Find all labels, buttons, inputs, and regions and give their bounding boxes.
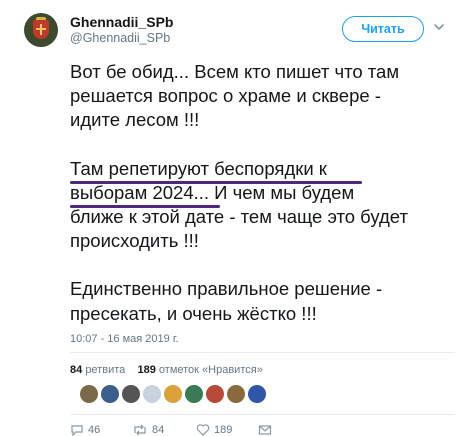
tweet-line: решается вопрос о храме и сквере - [70,85,381,107]
liker-avatar[interactable] [185,385,203,403]
tweet-line: Вот бе обид... Всем кто пишет что там [70,61,400,82]
liker-avatar[interactable] [143,385,161,403]
chevron-down-icon[interactable] [432,20,446,34]
avatar[interactable] [24,13,58,47]
tweet-line: пресекать, и очень жёстко !!! [70,302,317,324]
tweet-line: выборам 2024... И чем мы будем [70,181,355,203]
liker-avatar[interactable] [227,385,245,403]
follow-button[interactable]: Читать [342,16,424,42]
reply-icon[interactable] [70,424,84,436]
divider [70,414,455,415]
like-action-count[interactable]: 189 [214,424,232,436]
user-handle[interactable]: @Ghennadii_SPb [70,31,170,45]
like-count[interactable]: 189 [137,364,155,376]
highlight-underline [70,181,362,184]
tweet-text: Вот бе обид... Всем кто пишет что там ре… [70,60,455,326]
tweet-line: идите лесом !!! [70,109,200,131]
retweet-icon[interactable] [132,424,148,436]
divider [70,352,455,353]
cross-bar [36,28,46,30]
reply-count[interactable]: 46 [88,424,100,436]
tweet-line: ближе к этой дате - тем чаще это будет [70,206,408,228]
tweet-line: Единственно правильное решение - [70,278,383,300]
retweet-count[interactable]: 84 [70,364,82,376]
tweet-line: происходить !!! [70,230,199,252]
liker-avatar[interactable] [122,385,140,403]
tweet-timestamp[interactable]: 10:07 - 16 мая 2019 г. [70,333,179,345]
retweet-label[interactable]: ретвита [85,364,125,376]
heart-icon[interactable] [196,424,210,436]
engagement-stats: 84 ретвита 189 отметок «Нравится» [70,364,263,376]
message-icon[interactable] [258,424,272,436]
display-name[interactable]: Ghennadii_SPb [70,14,173,30]
tweet-line: Там репетируют беспорядки к [70,157,327,179]
like-label[interactable]: отметок «Нравится» [159,364,263,376]
highlight-underline [70,205,220,208]
liker-avatar[interactable] [248,385,266,403]
liker-avatar[interactable] [164,385,182,403]
liker-avatar[interactable] [206,385,224,403]
retweet-action-count[interactable]: 84 [152,424,164,436]
liker-avatar[interactable] [80,385,98,403]
liker-avatar[interactable] [101,385,119,403]
